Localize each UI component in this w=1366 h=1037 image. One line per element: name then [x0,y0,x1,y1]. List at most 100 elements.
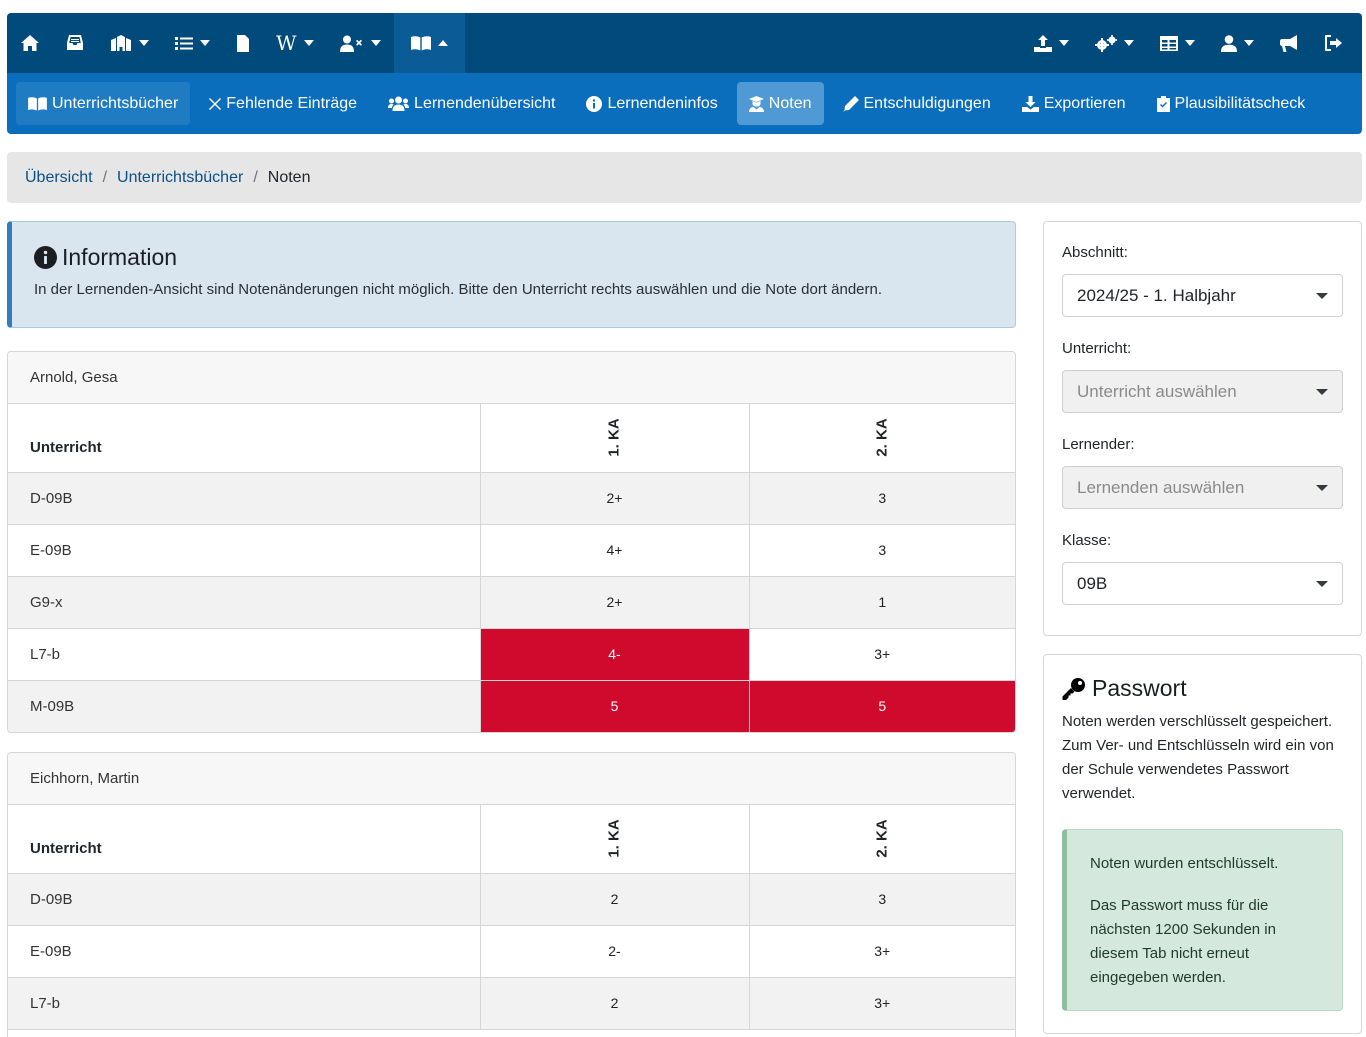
breadcrumb-link-uebersicht[interactable]: Übersicht [25,169,93,187]
user-icon [1221,34,1237,52]
grade-cell: 2 [479,873,749,926]
subnav-label: Lernendeninfos [607,94,718,112]
chevron-down-icon [1244,40,1254,46]
subnav-exportieren[interactable]: Exportieren [1010,82,1138,125]
nav-settings-menu[interactable] [1082,13,1147,73]
table-row: L7-b 4- 3+ [8,628,1015,681]
chevron-down-icon [1124,40,1134,46]
subnav-fehlende-eintraege[interactable]: Fehlende Einträge [197,82,369,125]
nav-table-menu[interactable] [1147,13,1208,73]
subnav-label: Fehlende Einträge [226,94,358,112]
chevron-down-icon [1059,40,1069,46]
chevron-down-icon [303,40,314,46]
subject-cell: M-09B [8,680,480,732]
ka1-label: 1. KA [606,418,623,457]
nav-inbox[interactable] [53,13,97,73]
nav-list-menu[interactable] [162,13,223,73]
info-alert-title: Information [34,244,1015,271]
subnav-entschuldigungen[interactable]: Entschuldigungen [831,82,1003,125]
nav-wiki-menu[interactable]: W [263,13,327,73]
subject-cell: L7-b [8,628,480,681]
wiki-icon: W [276,31,297,55]
grade-cell: 3 [748,472,1015,525]
book-open-icon [410,36,431,51]
table-row: E-09B 2- 3+ [8,925,1015,978]
user-times-icon [339,35,362,52]
column-header-unterricht: Unterricht [8,805,480,874]
success-detail: Das Passwort muss für die nächsten 1200 … [1090,897,1276,986]
breadcrumb-link-unterrichtsbuecher[interactable]: Unterrichtsbücher [117,169,243,187]
nav-logout[interactable] [1312,13,1356,73]
column-header-ka1: 1. KA [479,805,749,874]
grade-cell-failing: 5 [748,680,1015,732]
klasse-label: Klasse: [1062,532,1112,549]
column-header-ka2: 2. KA [748,404,1015,473]
key-icon [1062,677,1085,700]
nav-home[interactable] [7,13,53,73]
users-icon [388,96,410,111]
table-row: E-09B 4+ 3 [8,524,1015,577]
info-title-text: Information [62,244,178,270]
subnav-lernendeninfos[interactable]: Lernendeninfos [574,82,729,125]
chevron-down-icon [370,40,381,46]
times-icon [209,97,222,110]
info-alert: Information In der Lernenden-Ansicht sin… [7,221,1016,328]
table-row: M-09B 5 5 [8,680,1015,732]
klasse-value: 09B [1077,573,1108,593]
table-row: L7-b 2 3+ [8,977,1015,1030]
nav-classbook-menu[interactable] [393,13,465,73]
klasse-select[interactable]: 09B [1062,562,1343,605]
chevron-down-icon [139,40,149,46]
nav-document[interactable] [223,13,263,73]
lernender-select[interactable]: Lernenden auswählen [1062,466,1343,509]
grade-cell: 2+ [479,576,749,629]
chevron-down-icon [1185,40,1195,46]
grade-cell: 2- [479,925,749,978]
nav-announcements[interactable] [1267,13,1312,73]
student-grades-card: Eichhorn, Martin Unterricht 1. KA 2. KA … [7,752,1016,1037]
table-row: D-09B 2+ 3 [8,472,1015,525]
column-header-ka1: 1. KA [479,404,749,473]
chevron-down-icon [1316,580,1328,587]
info-circle-icon [34,246,57,269]
graduate-icon [748,95,764,112]
subject-cell: E-09B [8,925,480,978]
ka2-label: 2. KA [873,819,891,858]
subnav-label: Lernendenübersicht [414,94,556,112]
success-message: Noten wurden entschlüsselt. [1090,855,1279,872]
subnav-noten[interactable]: Noten [736,82,824,125]
abschnitt-select[interactable]: 2024/25 - 1. Halbjahr [1062,274,1343,317]
table-row: D-09B 2 3 [8,873,1015,926]
grade-cell: 3+ [748,925,1015,978]
unterricht-select[interactable]: Unterricht auswählen [1062,370,1343,413]
subject-cell: D-09B [8,873,480,926]
student-name: Eichhorn, Martin [8,753,1015,805]
grade-cell: 3 [748,873,1015,926]
subject-cell: D-09B [8,472,480,525]
inbox-icon [67,35,83,50]
subnav-lernendenuebersicht[interactable]: Lernendenübersicht [376,82,567,125]
logout-icon [1325,35,1342,51]
password-description: Noten werden verschlüsselt gespeichert. … [1062,713,1334,802]
nav-user-menu[interactable] [1208,13,1267,73]
ka1-label: 1. KA [606,819,623,858]
upload-icon [1034,34,1052,52]
breadcrumb-current: Noten [267,168,311,186]
student-grades-card: Arnold, Gesa Unterricht 1. KA 2. KA D-09… [7,351,1016,733]
grade-cell-failing: 5 [479,680,749,732]
column-header-unterricht: Unterricht [8,404,480,473]
subnav-unterrichtsbuecher[interactable]: Unterrichtsbücher [16,82,191,125]
nav-upload-menu[interactable] [1021,13,1082,73]
grades-table: Unterricht 1. KA 2. KA D-09B 2 3 E-09B 2… [8,805,1015,1030]
book-open-icon [28,97,47,111]
nav-absence-menu[interactable] [327,13,394,73]
subnav-plausibilitaetscheck[interactable]: Plausibilitätscheck [1145,82,1318,125]
home-icon [21,35,39,51]
grade-cell: 3 [748,524,1015,577]
grade-cell: 3+ [748,628,1015,681]
unterricht-label: Unterricht: [1062,340,1132,357]
grade-cell: 4+ [479,524,749,577]
nav-school-menu[interactable] [97,13,162,73]
clipboard-check-icon [1156,95,1170,112]
column-header-ka2: 2. KA [748,805,1015,874]
